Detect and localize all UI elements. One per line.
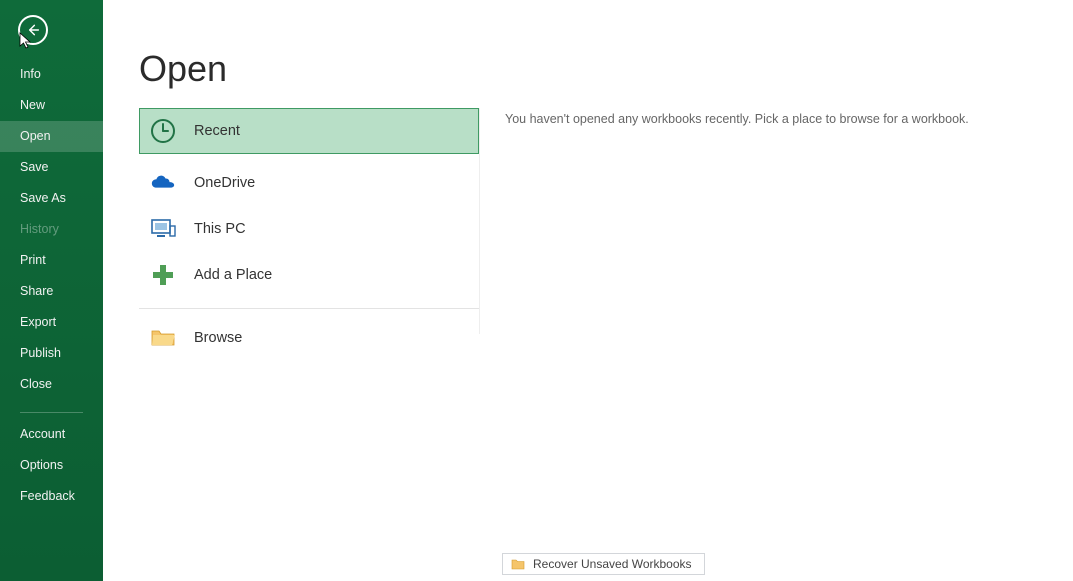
place-add-a-place[interactable]: Add a Place (139, 252, 479, 298)
sidebar-item-share[interactable]: Share (0, 276, 103, 307)
place-this-pc[interactable]: This PC (139, 206, 479, 252)
recover-button-label: Recover Unsaved Workbooks (533, 557, 692, 571)
recover-unsaved-button[interactable]: Recover Unsaved Workbooks (502, 553, 705, 575)
place-label: This PC (194, 221, 246, 237)
back-button[interactable] (18, 15, 48, 45)
sidebar-divider (20, 412, 83, 413)
folder-icon (150, 325, 176, 351)
back-arrow-icon (25, 22, 41, 38)
sidebar-menu: Info New Open Save Save As History Print… (0, 59, 103, 512)
recent-empty-message: You haven't opened any workbooks recentl… (505, 112, 969, 126)
main-panel: Open Recent OneDrive (103, 0, 1073, 581)
sidebar-item-options[interactable]: Options (0, 450, 103, 481)
onedrive-icon (150, 170, 176, 196)
sidebar-item-export[interactable]: Export (0, 307, 103, 338)
place-recent[interactable]: Recent (139, 108, 479, 154)
place-label: Browse (194, 330, 242, 346)
page-title: Open (139, 48, 1073, 90)
place-label: Recent (194, 123, 240, 139)
folder-icon (511, 558, 525, 570)
place-label: OneDrive (194, 175, 255, 191)
sidebar-item-save-as[interactable]: Save As (0, 183, 103, 214)
place-label: Add a Place (194, 267, 272, 283)
places-divider (139, 308, 479, 309)
backstage-sidebar: Info New Open Save Save As History Print… (0, 0, 103, 581)
sidebar-item-print[interactable]: Print (0, 245, 103, 276)
sidebar-item-info[interactable]: Info (0, 59, 103, 90)
sidebar-item-publish[interactable]: Publish (0, 338, 103, 369)
sidebar-item-account[interactable]: Account (0, 419, 103, 450)
place-onedrive[interactable]: OneDrive (139, 160, 479, 206)
place-browse[interactable]: Browse (139, 315, 479, 361)
computer-icon (150, 216, 176, 242)
clock-icon (150, 118, 176, 144)
vertical-divider (479, 108, 480, 334)
sidebar-item-save[interactable]: Save (0, 152, 103, 183)
places-list: Recent OneDrive This PC (139, 108, 479, 361)
sidebar-item-open[interactable]: Open (0, 121, 103, 152)
sidebar-item-close[interactable]: Close (0, 369, 103, 400)
sidebar-item-feedback[interactable]: Feedback (0, 481, 103, 512)
plus-icon (150, 262, 176, 288)
sidebar-item-history: History (0, 214, 103, 245)
sidebar-item-new[interactable]: New (0, 90, 103, 121)
